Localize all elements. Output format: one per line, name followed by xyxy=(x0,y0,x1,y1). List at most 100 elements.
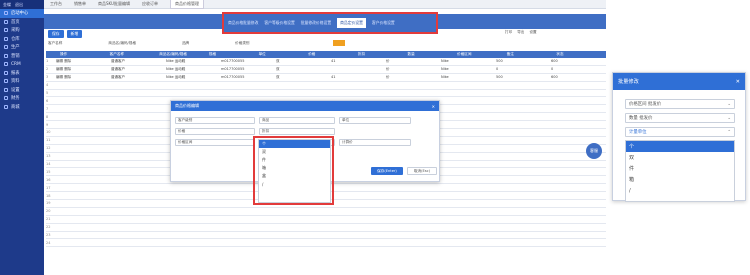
panel-dropdown-list: 个 双 件 箱 / xyxy=(625,140,735,202)
dropdown-option[interactable]: 件 xyxy=(626,163,734,174)
save-button[interactable]: 保存 xyxy=(48,30,64,38)
unit-select[interactable]: 计量单位 ⌃ xyxy=(625,127,735,137)
col-header[interactable]: 规格 xyxy=(209,52,259,57)
col-header[interactable]: 单位 xyxy=(259,52,309,57)
col-header[interactable]: 数量 xyxy=(407,52,457,57)
row-actions[interactable]: 编辑 删除 xyxy=(56,75,111,80)
sub-tab[interactable]: 批量修改价格设置 xyxy=(301,20,331,26)
sub-tab[interactable]: 客户等级价格设置 xyxy=(264,20,294,26)
sidebar-item-settings[interactable]: 设置 xyxy=(0,86,44,95)
top-tab-active[interactable]: 商品价格管理 xyxy=(169,0,204,9)
settings-button[interactable]: 设置 xyxy=(529,30,536,35)
product-field[interactable]: 商品 xyxy=(259,117,335,124)
money-icon xyxy=(4,96,8,101)
table-row[interactable]: 22 xyxy=(46,224,606,232)
filter-customer[interactable]: 客户名称 xyxy=(48,41,62,46)
sub-tab[interactable]: 客户价格设置 xyxy=(372,20,395,26)
sidebar-item-label: 首页 xyxy=(11,19,20,25)
table-cell: 41 xyxy=(331,75,336,80)
table-row[interactable]: 21 xyxy=(46,216,606,224)
folder-icon xyxy=(4,79,8,84)
right-toolbar: 打印 导出 设置 xyxy=(505,30,537,35)
sidebar-item-data[interactable]: 资料 xyxy=(0,77,44,86)
price-range-select[interactable]: 价格区间 批发价 ⌄ xyxy=(625,99,735,109)
warehouse-icon xyxy=(4,36,8,41)
col-header[interactable]: 客户名称 xyxy=(110,52,160,57)
quantity-select[interactable]: 数量 批发价 ⌄ xyxy=(625,113,735,123)
field-label: 价格区间 xyxy=(178,140,193,144)
search-button[interactable] xyxy=(333,40,345,46)
sub-tab[interactable]: 商品价格批量修改 xyxy=(228,20,258,26)
row-actions[interactable]: 编辑 删除 xyxy=(56,67,111,72)
customer-level-field[interactable]: 客户级别 xyxy=(175,117,255,124)
sidebar-item-warehouse[interactable]: 仓库 xyxy=(0,35,44,44)
field-label: 客户级别 xyxy=(178,118,193,122)
dropdown-option[interactable]: 双 xyxy=(626,152,734,163)
table-row[interactable]: 5 xyxy=(46,90,606,98)
sidebar-item-label: 报表 xyxy=(11,70,20,76)
discount-field[interactable]: 折扣 xyxy=(259,128,335,135)
panel-header: 批量修改 ✕ xyxy=(613,73,745,90)
col-header[interactable]: 价格 xyxy=(308,52,358,57)
filter-price-type[interactable]: 价格类别 xyxy=(235,41,249,46)
sidebar-item-home-center[interactable]: 启动中心 xyxy=(0,9,44,18)
table-cell: 双 xyxy=(276,58,280,63)
dropdown-option[interactable]: / xyxy=(626,185,734,196)
table-row[interactable]: 3 编辑 删除 普通客户 Nike 运动鞋 m017700055 双 41 价 … xyxy=(46,74,606,82)
table-row[interactable]: 24 xyxy=(46,239,606,248)
sidebar-item-label: 设置 xyxy=(11,87,20,93)
sidebar-item-crm[interactable]: CRM xyxy=(0,60,44,69)
field-value: 计量单位 xyxy=(629,130,647,135)
sidebar-item-mall[interactable]: 商城 xyxy=(0,103,44,112)
sidebar-item-finance[interactable]: 财务 xyxy=(0,94,44,103)
filter-product[interactable]: 商品名/编码/规格 xyxy=(108,41,136,46)
sidebar-item-marketing[interactable]: 营销 xyxy=(0,52,44,61)
row-actions[interactable]: 编辑 删除 xyxy=(56,59,111,64)
cancel-button[interactable]: 取消(Esc) xyxy=(407,167,437,175)
ok-button[interactable]: 保存(Enter) xyxy=(371,167,403,175)
filter-brand[interactable]: 品牌 xyxy=(182,41,189,46)
table-cell: 500 xyxy=(496,75,503,80)
field-label: 价格 xyxy=(178,129,186,133)
close-icon[interactable]: ✕ xyxy=(432,104,435,109)
price-range-field[interactable]: 价格区间 xyxy=(175,139,255,146)
table-row[interactable]: 2 编辑 删除 普通客户 Nike 运动鞋 m017700055 双 价 Nik… xyxy=(46,66,606,74)
sidebar-item-index[interactable]: 首页 xyxy=(0,18,44,27)
field-label: 折扣 xyxy=(262,129,270,133)
price-field[interactable]: 价格 xyxy=(175,128,255,135)
table-header: 操作 客户名称 商品名/编码/规格 规格 单位 价格 折扣 数量 价格区间 备注… xyxy=(46,51,606,58)
sidebar-item-production[interactable]: 生产 xyxy=(0,43,44,52)
sub-tab-active[interactable]: 商品定价设置 xyxy=(337,18,366,28)
calc-price-field[interactable]: 计算价 xyxy=(339,139,411,146)
col-header[interactable]: 状态 xyxy=(556,52,606,57)
close-icon[interactable]: ✕ xyxy=(736,79,740,85)
sidebar-item-label: 商城 xyxy=(11,104,20,110)
table-row[interactable]: 4 xyxy=(46,82,606,90)
table-row[interactable]: 1 编辑 删除 普通客户 Nike 运动鞋 m017700055 双 41 价 … xyxy=(46,58,606,66)
top-tab[interactable]: 销售单 xyxy=(74,1,86,7)
toolbar: 保存 新增 xyxy=(48,30,83,38)
logout-link[interactable]: 退出 xyxy=(15,2,23,8)
chat-icon[interactable]: 客服 xyxy=(586,143,602,159)
col-header[interactable]: 价格区间 xyxy=(457,52,507,57)
top-tabbar: 工作台 销售单 商品SKU批量编辑 应收订单 商品价格管理 xyxy=(44,0,606,9)
dropdown-option[interactable]: 箱 xyxy=(626,174,734,185)
sidebar-item-purchase[interactable]: 采购 xyxy=(0,26,44,35)
dropdown-option[interactable]: 个 xyxy=(626,141,734,152)
add-button[interactable]: 新增 xyxy=(66,30,83,38)
sidebar-top: 金蝶 退出 xyxy=(0,0,44,9)
top-tab[interactable]: 商品SKU批量编辑 xyxy=(98,1,130,7)
top-tab[interactable]: 应收订单 xyxy=(142,1,158,7)
col-header[interactable]: 操作 xyxy=(60,52,110,57)
print-button[interactable]: 打印 xyxy=(505,30,512,35)
col-header[interactable]: 备注 xyxy=(507,52,557,57)
table-row[interactable]: 20 xyxy=(46,208,606,216)
top-tab[interactable]: 工作台 xyxy=(50,1,62,7)
sidebar-item-reports[interactable]: 报表 xyxy=(0,69,44,78)
export-button[interactable]: 导出 xyxy=(517,30,524,35)
unit-field[interactable]: 单位 xyxy=(339,117,411,124)
col-header[interactable]: 折扣 xyxy=(358,52,408,57)
col-header[interactable]: 商品名/编码/规格 xyxy=(159,52,209,57)
sidebar-item-label: 资料 xyxy=(11,79,20,85)
table-row[interactable]: 23 xyxy=(46,232,606,240)
